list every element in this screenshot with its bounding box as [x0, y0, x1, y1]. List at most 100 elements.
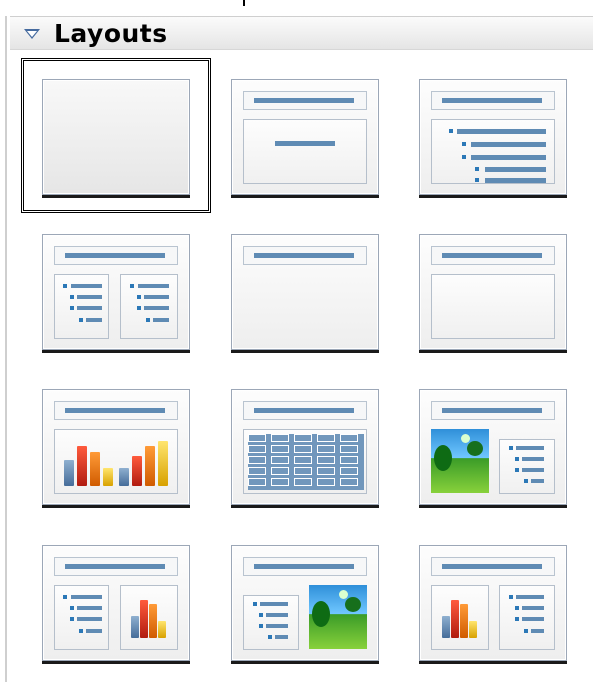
outline-line: [522, 606, 544, 610]
layout-title-only[interactable]: [231, 234, 379, 350]
layout-outline-box: [431, 119, 555, 184]
chart-bar: [77, 446, 87, 486]
bullet-icon: [462, 142, 466, 146]
layouts-grid: [0, 0, 593, 682]
layout-title-bar: [431, 557, 555, 576]
bullet-icon: [524, 479, 528, 483]
bullet-icon: [515, 457, 519, 461]
chart-box: [120, 585, 178, 650]
bullet-icon: [524, 629, 528, 633]
bullet-icon: [70, 617, 74, 621]
outline-line: [522, 468, 544, 472]
layout-title-table[interactable]: [231, 389, 379, 505]
chart-bar: [90, 452, 100, 486]
bullet-icon: [515, 468, 519, 472]
table-box: [243, 429, 367, 494]
chart-box: [431, 585, 489, 650]
outline-line: [485, 178, 546, 183]
outline-line: [266, 624, 288, 628]
outline-line: [522, 457, 544, 461]
outline-line: [516, 595, 544, 599]
table-grid: [248, 434, 364, 490]
outline-line: [485, 167, 546, 172]
blank-slide-preview: [44, 81, 188, 193]
bullet-icon: [515, 617, 519, 621]
layout-content-box: [431, 274, 555, 339]
outline-line: [71, 284, 102, 288]
bullet-icon: [253, 602, 257, 606]
layout-title-image-outline[interactable]: [419, 389, 567, 505]
right-outline-box: [120, 274, 178, 339]
outline-line: [531, 479, 544, 483]
outline-line: [531, 629, 544, 633]
outline-line: [153, 318, 169, 322]
bullet-icon: [63, 595, 67, 599]
bullet-icon: [475, 167, 479, 171]
bullet-icon: [146, 318, 150, 322]
outline-line: [86, 318, 102, 322]
outline-line: [144, 295, 169, 299]
outline-line: [71, 595, 102, 599]
outline-line: [260, 602, 288, 606]
outline-box: [54, 585, 109, 650]
outline-line: [522, 617, 544, 621]
chart-bar: [132, 456, 142, 486]
chart-bar: [158, 441, 168, 486]
bar-chart-icon: [64, 438, 170, 486]
bullet-icon: [509, 595, 513, 599]
outline-line: [77, 306, 102, 310]
outline-line: [457, 129, 546, 134]
image-placeholder-icon: [309, 585, 367, 649]
outline-line: [516, 446, 544, 450]
layout-title-bar: [54, 557, 178, 576]
bar-chart-icon: [442, 596, 480, 638]
layout-title-box[interactable]: [419, 234, 567, 350]
bullet-icon: [259, 624, 263, 628]
chart-bar: [64, 460, 74, 486]
outline-line: [138, 284, 169, 288]
layout-title-outline-chart[interactable]: [42, 545, 190, 661]
layout-title-bar: [243, 401, 367, 420]
bullet-icon: [137, 306, 141, 310]
layout-blank-slide[interactable]: [42, 79, 190, 195]
layout-title-chart[interactable]: [42, 389, 190, 505]
outline-box: [243, 595, 299, 650]
layout-title-bar: [243, 91, 367, 110]
outline-line: [86, 629, 102, 633]
bullet-icon: [79, 318, 83, 322]
layout-title-bar: [243, 246, 367, 265]
outline-box: [499, 585, 555, 650]
bullet-icon: [475, 178, 479, 182]
layout-title-content[interactable]: [231, 79, 379, 195]
layout-title-two-outlines[interactable]: [42, 234, 190, 350]
image-placeholder-icon: [431, 429, 489, 493]
content-line: [275, 141, 335, 146]
bullet-icon: [449, 129, 453, 133]
layout-title-outline-image[interactable]: [231, 545, 379, 661]
outline-line: [77, 606, 102, 610]
bullet-icon: [130, 284, 134, 288]
outline-line: [275, 635, 288, 639]
bullet-icon: [79, 629, 83, 633]
chart-bar: [103, 468, 113, 486]
layout-title-bar: [431, 246, 555, 265]
outline-line: [77, 295, 102, 299]
bar-chart-icon: [131, 596, 169, 638]
bullet-icon: [63, 284, 67, 288]
bullet-icon: [70, 306, 74, 310]
layout-title-bar: [431, 91, 555, 110]
bullet-icon: [509, 446, 513, 450]
outline-box: [499, 439, 555, 494]
outline-line: [144, 306, 169, 310]
outline-line: [471, 155, 546, 160]
layout-title-outline[interactable]: [419, 79, 567, 195]
bullet-icon: [259, 613, 263, 617]
layout-title-chart-outline[interactable]: [419, 545, 567, 661]
layout-content-box: [243, 119, 367, 184]
left-outline-box: [54, 274, 109, 339]
bullet-icon: [515, 606, 519, 610]
outline-line: [266, 613, 288, 617]
layout-title-bar: [243, 557, 367, 576]
chart-bar: [145, 446, 155, 486]
bullet-icon: [462, 155, 466, 159]
